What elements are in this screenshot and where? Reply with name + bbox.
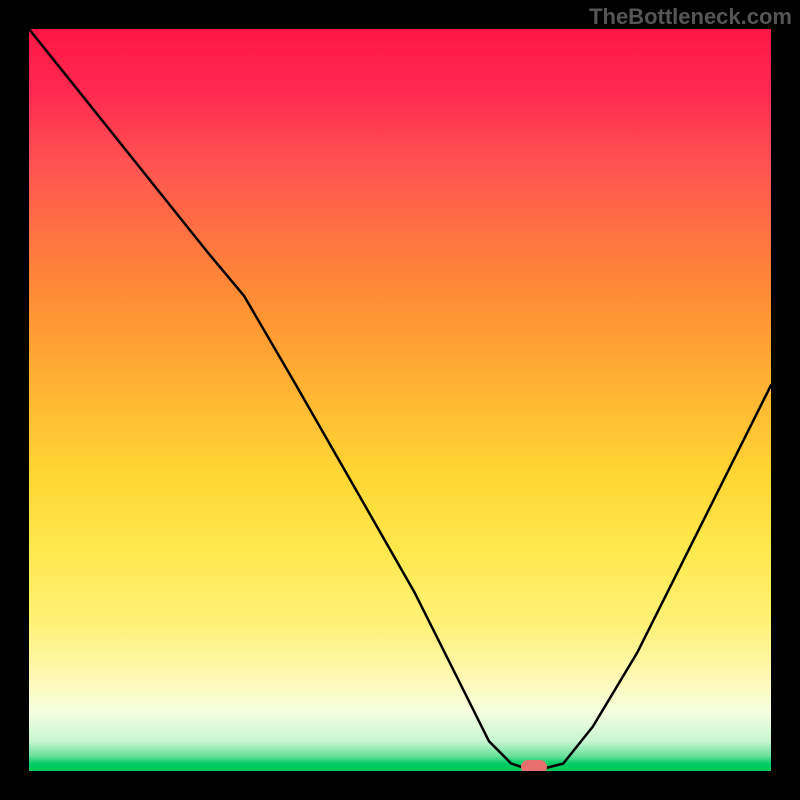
curve-svg — [29, 29, 771, 771]
watermark-text: TheBottleneck.com — [589, 4, 792, 30]
bottleneck-curve — [29, 29, 771, 771]
plot-area — [29, 29, 771, 771]
optimal-point-marker — [521, 760, 547, 771]
